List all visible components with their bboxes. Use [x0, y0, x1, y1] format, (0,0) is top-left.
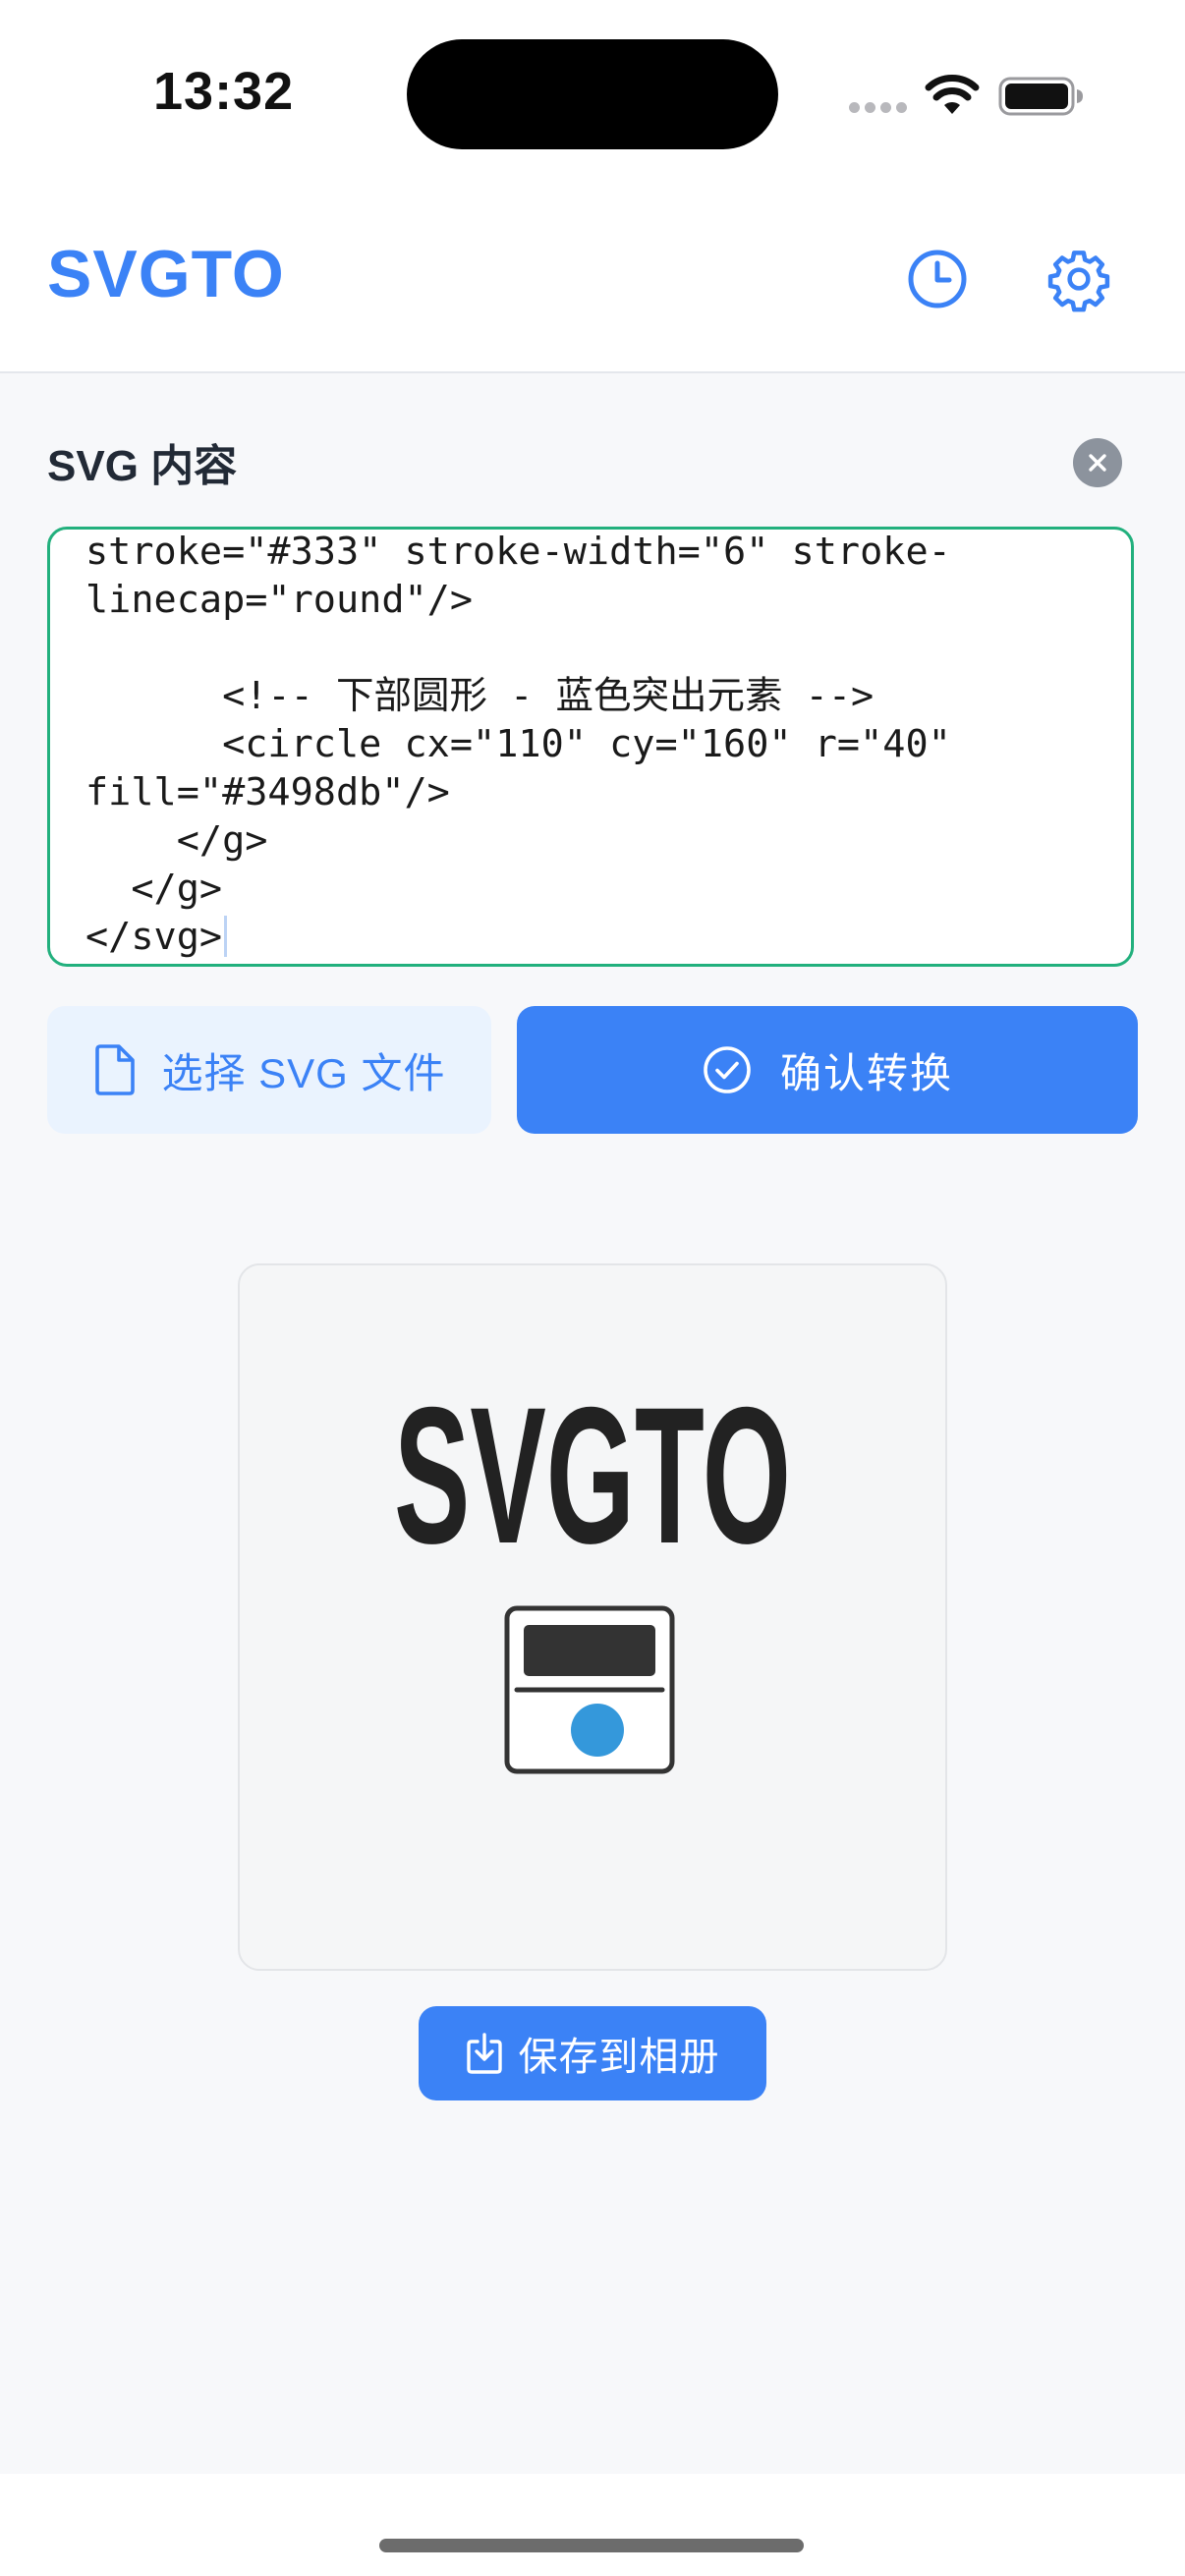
app-screen: 13:32 SVGTO SVG 内容 stroke="#333" stroke-… — [0, 0, 1185, 2576]
status-time: 13:32 — [153, 62, 295, 121]
settings-button[interactable] — [1040, 240, 1118, 318]
app-title: SVGTO — [47, 237, 285, 311]
cellular-signal-icon — [849, 102, 908, 116]
svg-content-label: SVG 内容 — [47, 442, 238, 490]
code-line: linecap="round"/> — [85, 578, 474, 622]
download-icon — [466, 2033, 502, 2074]
code-line: fill="#3498db"/> — [85, 770, 450, 814]
status-bar: 13:32 — [0, 0, 1185, 187]
select-svg-file-button[interactable]: 选择 SVG 文件 — [47, 1006, 491, 1134]
preview-image: SVGTO — [394, 1367, 791, 1774]
text-caret — [224, 916, 228, 957]
confirm-convert-button[interactable]: 确认转换 — [517, 1006, 1138, 1134]
close-icon — [1089, 454, 1106, 472]
gear-icon — [1047, 251, 1110, 312]
code-line: </g> — [85, 818, 268, 863]
svg-code-editor[interactable]: stroke="#333" stroke-width="6" stroke- l… — [47, 527, 1134, 967]
save-to-album-label: 保存到相册 — [518, 2036, 720, 2079]
home-indicator[interactable] — [379, 2539, 804, 2552]
clear-button[interactable] — [1073, 438, 1122, 487]
wifi-icon — [925, 75, 980, 114]
battery-icon — [998, 77, 1083, 116]
confirm-convert-label: 确认转换 — [779, 1049, 953, 1096]
history-button[interactable] — [898, 240, 977, 318]
check-circle-icon — [704, 1046, 751, 1093]
code-text: stroke="#333" stroke-width="6" stroke- l… — [85, 530, 1107, 961]
code-line: </g> — [85, 867, 223, 911]
app-header: SVGTO — [0, 187, 1185, 373]
preview-circle — [571, 1704, 624, 1757]
dynamic-island — [407, 39, 778, 149]
preview-logo-text: SVGTO — [394, 1367, 791, 1584]
bottom-safe-area — [0, 2474, 1185, 2576]
save-to-album-button[interactable]: 保存到相册 — [419, 2006, 766, 2100]
clock-icon — [908, 250, 967, 308]
preview-top-bar — [524, 1625, 655, 1676]
file-icon — [95, 1044, 136, 1095]
svg-preview: SVGTO — [238, 1263, 947, 1971]
code-line: <!-- 下部圆形 - 蓝色突出元素 --> — [85, 674, 875, 718]
code-line: <circle cx="110" cy="160" r="40" — [85, 722, 951, 766]
code-line: </svg> — [85, 915, 223, 959]
select-svg-file-label: 选择 SVG 文件 — [161, 1049, 446, 1096]
code-line: stroke="#333" stroke-width="6" stroke- — [85, 530, 951, 574]
